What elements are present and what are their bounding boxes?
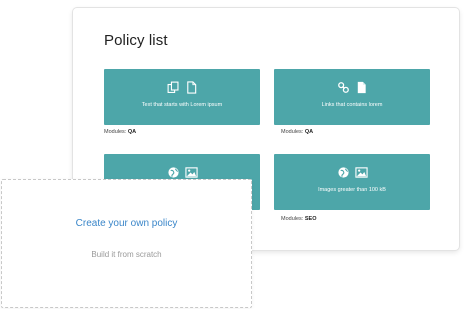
policy-card-label: Images greater than 100 kB	[318, 187, 386, 193]
globe-icon	[167, 166, 180, 179]
file-filled-icon	[355, 81, 368, 94]
policy-card-modules: Modules: QA	[281, 129, 314, 135]
globe-icon	[337, 166, 350, 179]
copy-icon	[167, 81, 180, 94]
file-icon	[185, 80, 198, 94]
policy-card-lorem-ipsum[interactable]: Text that starts with Lorem ipsum	[104, 69, 260, 125]
link-icon	[337, 81, 350, 94]
policy-card-images-100kb[interactable]: Images greater than 100 kB	[274, 154, 430, 210]
policy-card-links-lorem[interactable]: Links that contains lorem	[274, 69, 430, 125]
create-policy-link[interactable]: Create your own policy	[2, 218, 251, 229]
policy-card-label: Links that contains lorem	[321, 102, 383, 108]
policy-card-modules: Modules: SEO	[281, 216, 317, 222]
policy-card-label: Text that starts with Lorem ipsum	[141, 102, 223, 108]
page-title: Policy list	[104, 32, 168, 49]
create-policy-card[interactable]: Create your own policy Build it from scr…	[1, 179, 252, 308]
create-policy-subtitle: Build it from scratch	[91, 250, 162, 259]
policy-card-modules: Modules: QA	[104, 129, 137, 135]
image-icon	[354, 166, 368, 179]
image-icon	[184, 166, 198, 179]
